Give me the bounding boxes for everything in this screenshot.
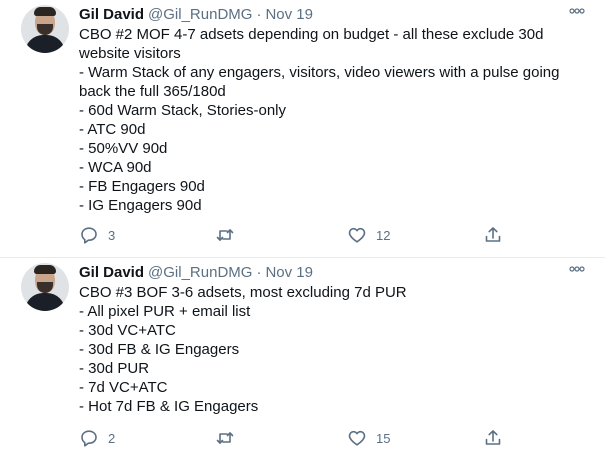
tweet-text-line: CBO #3 BOF 3-6 adsets, most excluding 7d… <box>79 284 407 301</box>
retweet-icon <box>216 432 234 444</box>
reply-button[interactable]: 2 <box>79 428 115 448</box>
share-button[interactable] <box>483 428 503 448</box>
retweet-button[interactable] <box>215 428 244 448</box>
tweet-text-line: - ATC 90d <box>79 121 146 138</box>
author-name[interactable]: Gil David <box>79 6 144 23</box>
share-icon <box>485 227 501 242</box>
tweet-text-line: CBO #2 MOF 4-7 adsets depending on budge… <box>79 26 544 43</box>
reply-icon <box>81 430 97 447</box>
more-dots-icon[interactable] <box>569 7 585 15</box>
tweet-header: Gil David @Gil_RunDMG · Nov 19 <box>79 4 313 24</box>
tweet-text-line: - Warm Stack of any engagers, visitors, … <box>79 64 560 81</box>
tweet-text-line: - 30d FB & IG Engagers <box>79 341 240 358</box>
tweet[interactable]: Gil David @Gil_RunDMG · Nov 19 CBO #3 BO… <box>0 258 605 458</box>
like-count: 12 <box>376 227 391 243</box>
share-button[interactable] <box>483 225 503 245</box>
share-icon <box>485 430 501 445</box>
heart-icon <box>348 430 366 446</box>
tweet[interactable]: Gil David @Gil_RunDMG · Nov 19 CBO #2 MO… <box>0 0 605 258</box>
tweet-text-line: - 30d VC+ATC <box>79 322 176 339</box>
tweet-text-line: - 30d PUR <box>79 360 150 377</box>
tweet-text: CBO #2 MOF 4-7 adsets depending on budge… <box>79 25 589 215</box>
separator-dot: · <box>256 5 262 23</box>
retweet-icon <box>216 229 234 241</box>
avatar[interactable] <box>21 263 69 311</box>
retweet-button[interactable] <box>215 225 244 245</box>
tweet-text-line: - WCA 90d <box>79 159 152 176</box>
heart-icon <box>348 227 366 243</box>
like-count: 15 <box>376 430 391 446</box>
tweet-text-line: - Hot 7d FB & IG Engagers <box>79 398 259 415</box>
author-name[interactable]: Gil David <box>79 264 144 281</box>
reply-icon <box>81 227 97 244</box>
tweet-text-line: back the full 365/180d <box>79 83 226 100</box>
tweet-text-line: website visitors <box>79 45 181 62</box>
tweet-text-line: - 7d VC+ATC <box>79 379 168 396</box>
tweet-actions: 3 12 <box>79 225 509 245</box>
tweet-date[interactable]: Nov 19 <box>265 264 313 281</box>
like-button[interactable]: 15 <box>347 428 390 448</box>
tweet-actions: 2 15 <box>79 428 509 448</box>
tweet-header: Gil David @Gil_RunDMG · Nov 19 <box>79 262 313 282</box>
author-handle[interactable]: @Gil_RunDMG <box>148 6 252 23</box>
tweet-text-line: - IG Engagers 90d <box>79 197 202 214</box>
tweet-text-line: - 60d Warm Stack, Stories-only <box>79 102 287 119</box>
reply-button[interactable]: 3 <box>79 225 115 245</box>
tweet-text-line: - 50%VV 90d <box>79 140 168 157</box>
author-handle[interactable]: @Gil_RunDMG <box>148 264 252 281</box>
avatar[interactable] <box>21 5 69 53</box>
tweet-date[interactable]: Nov 19 <box>265 6 313 23</box>
reply-count: 2 <box>108 430 116 446</box>
tweet-text-line: - All pixel PUR + email list <box>79 303 251 320</box>
like-button[interactable]: 12 <box>347 225 390 245</box>
tweet-text-line: - FB Engagers 90d <box>79 178 205 195</box>
tweet-text: CBO #3 BOF 3-6 adsets, most excluding 7d… <box>79 283 589 416</box>
reply-count: 3 <box>108 227 116 243</box>
more-dots-icon[interactable] <box>569 265 585 273</box>
separator-dot: · <box>256 263 262 281</box>
